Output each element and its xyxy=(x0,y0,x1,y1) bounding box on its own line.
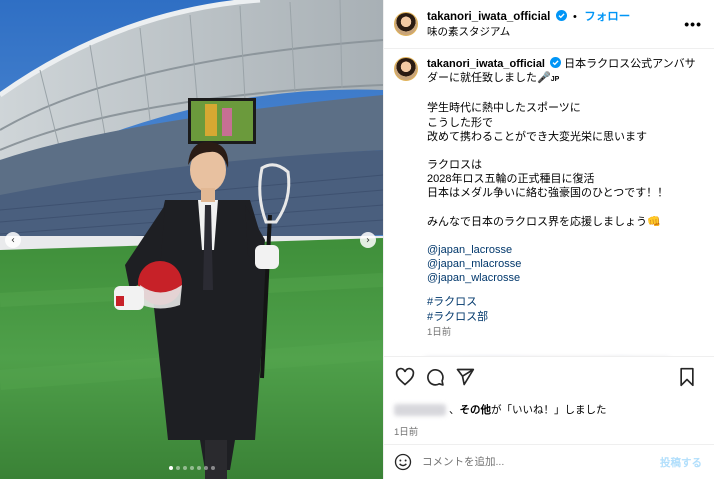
comment-icon xyxy=(427,368,444,386)
save-button[interactable] xyxy=(676,366,698,388)
username-link[interactable]: takanori_iwata_official xyxy=(427,11,550,23)
mention-link[interactable]: @japan_wlacrosse xyxy=(427,271,697,285)
action-bar xyxy=(384,356,714,396)
hashtag-link[interactable]: #ラクロス部 xyxy=(427,310,697,324)
hashtags: #ラクロス #ラクロス部 xyxy=(427,295,697,323)
header-text: takanori_iwata_official • フォロー 味の素スタジアム xyxy=(427,9,630,40)
bookmark-icon xyxy=(680,367,694,386)
caption-line: 2028年ロス五輪の正式種目に復活 xyxy=(427,173,595,186)
like-button[interactable] xyxy=(394,366,416,388)
emoji-icon[interactable] xyxy=(394,453,412,471)
instagram-post: ‹ › takanori_iwata_official • フォロー 味の素スタ… xyxy=(0,0,714,479)
post-side-panel: takanori_iwata_official • フォロー 味の素スタジアム … xyxy=(383,0,714,479)
comment-button[interactable] xyxy=(424,366,446,388)
share-icon xyxy=(456,368,475,385)
caption-username[interactable]: takanori_iwata_official xyxy=(427,58,545,70)
likes-suffix: が「いいね！」しました xyxy=(491,404,607,416)
chevron-left-icon: ‹ xyxy=(11,234,15,246)
likes-comma: 、 xyxy=(449,404,460,416)
mention-link[interactable]: @japan_mlacrosse xyxy=(427,257,697,271)
carousel-dot xyxy=(210,466,215,470)
carousel-indicator xyxy=(0,466,383,470)
chevron-right-icon: › xyxy=(366,234,370,246)
follow-button[interactable]: フォロー xyxy=(584,11,630,23)
blurred-liker-name xyxy=(394,404,446,416)
caption-text: takanori_iwata_official 日本ラクロス公式アンバサダーに就… xyxy=(427,57,697,340)
likes-others-link[interactable]: その他 xyxy=(460,403,492,417)
caption-line: 学生時代に熱中したスポーツに xyxy=(427,102,581,115)
comments-area[interactable]: takanori_iwata_official 日本ラクロス公式アンバサダーに就… xyxy=(384,49,714,356)
caption-line: ラクロスは xyxy=(427,159,482,172)
post-photo[interactable]: ‹ › xyxy=(0,0,383,479)
comment-input[interactable] xyxy=(422,456,642,468)
caption-line: こうした形で xyxy=(427,116,493,129)
carousel-prev-button[interactable]: ‹ xyxy=(5,232,21,248)
caption-timestamp: 1日前 xyxy=(427,326,452,338)
comment-bar: 投稿する xyxy=(384,444,714,479)
carousel-next-button[interactable]: › xyxy=(360,232,376,248)
caption-line: 改めて携わることができ大変光栄に思います xyxy=(427,130,647,143)
caption-row: takanori_iwata_official 日本ラクロス公式アンバサダーに就… xyxy=(394,57,704,340)
carousel-dot xyxy=(203,466,208,470)
separator-dot: • xyxy=(573,10,577,23)
mentions: @japan_lacrosse @japan_mlacrosse @japan_… xyxy=(427,243,697,286)
carousel-dot xyxy=(175,466,180,470)
likes-summary: 、 その他 が「いいね！」しました xyxy=(384,396,714,424)
verified-badge-icon xyxy=(550,57,562,68)
hashtag-link[interactable]: #ラクロス xyxy=(427,295,697,309)
stadium-photo xyxy=(0,0,383,479)
caption-line: 日本はメダル争いに絡む強豪国のひとつです！！ xyxy=(427,187,669,200)
avatar[interactable] xyxy=(394,12,418,36)
caption-paragraph-1: 学生時代に熱中したスポーツに こうした形で 改めて携わることができ大変光栄に思い… xyxy=(427,101,697,144)
caption-paragraph-2: ラクロスは 2028年ロス五輪の正式種目に復活 日本はメダル争いに絡む強豪国のひ… xyxy=(427,158,697,201)
caption-avatar[interactable] xyxy=(394,57,418,81)
caption-paragraph-3: みんなで日本のラクロス界を応援しましょう👊 xyxy=(427,215,661,228)
location-link[interactable]: 味の素スタジアム xyxy=(427,25,630,40)
share-button[interactable] xyxy=(454,366,476,388)
jp-flag-text: JP xyxy=(550,76,560,84)
post-header: takanori_iwata_official • フォロー 味の素スタジアム … xyxy=(384,0,714,49)
post-date: 1日前 xyxy=(394,427,419,438)
post-comment-button[interactable]: 投稿する xyxy=(660,455,702,470)
mention-link[interactable]: @japan_lacrosse xyxy=(427,243,697,257)
carousel-dot xyxy=(196,466,201,470)
carousel-dot xyxy=(182,466,187,470)
carousel-dot xyxy=(168,466,173,470)
heart-icon xyxy=(395,367,415,386)
carousel-dot xyxy=(189,466,194,470)
more-options-icon[interactable]: ••• xyxy=(684,16,702,32)
verified-badge-icon xyxy=(555,9,567,21)
